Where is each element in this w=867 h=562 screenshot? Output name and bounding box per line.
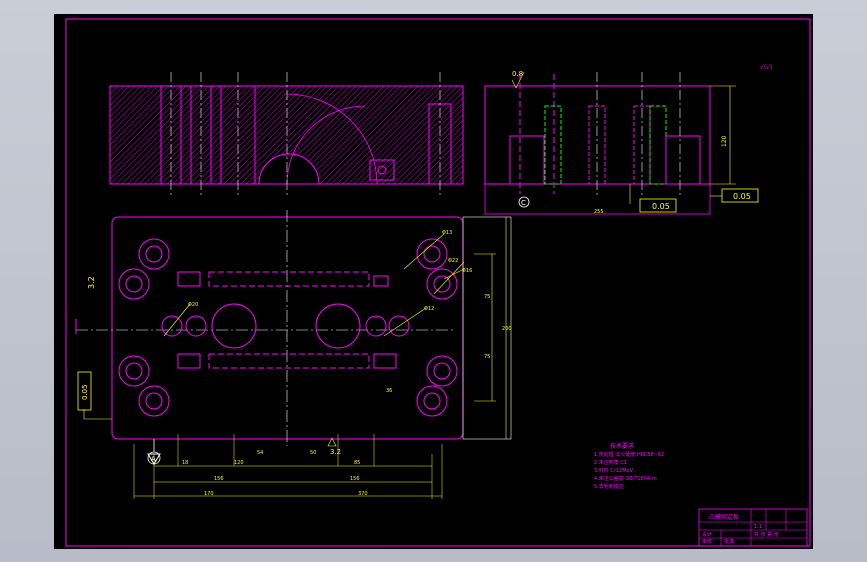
tolerance-1: 0.05 — [652, 202, 670, 211]
dim-b1-1: 120 — [234, 460, 244, 466]
dim-b1-3: 50 — [310, 450, 316, 456]
plan-surface-roughness: 3.2 — [330, 448, 341, 456]
notes-heading: 技术要求 — [610, 442, 634, 450]
hole-label-3: Φ22 — [448, 258, 458, 264]
note-line-5: 5.去毛刺锐边 — [594, 483, 624, 490]
dim-b1-4: 85 — [354, 460, 360, 466]
hole-label-1: Φ20 — [188, 302, 198, 308]
plan-view: Φ20 Φ13 Φ22 Φ12 Φ16 75 75 200 36 18 120 … — [75, 210, 512, 499]
note-line-1: 1.热处理 淬火硬度 HRC58~62 — [594, 451, 664, 458]
dim-right-1b: 75 — [484, 354, 490, 360]
side-view: 120 255 0.8 0.05 0.05 C — [484, 70, 759, 215]
dim-b3-0: 170 — [204, 491, 214, 497]
side-width-dim: 255 — [594, 209, 604, 215]
top-section-view — [109, 72, 464, 196]
title-row-2: 审核 — [702, 538, 712, 545]
dim-right-1: 75 — [484, 294, 490, 300]
title-scale: 1:1 — [754, 524, 762, 530]
title-part-name: 凸模固定板 — [709, 513, 739, 521]
technical-notes: 技术要求 1.热处理 淬火硬度 HRC58~62 2.未注倒角 C1 3.材料 … — [594, 442, 664, 490]
note-line-4: 4.未注公差按 GB/T1804-m — [594, 475, 657, 482]
plan-left-roughness: 3.2 — [87, 276, 96, 289]
tolerance-2: 0.05 — [733, 192, 751, 201]
corner-roughness-mark: √(√) — [760, 64, 772, 71]
title-row-3: 批准 — [724, 538, 734, 545]
dim-b2-1: 156 — [350, 476, 360, 482]
title-block: 凸模固定板 1:1 共 张 第 张 设计 审核 批准 — [698, 508, 808, 547]
drawing-canvas: 120 255 0.8 0.05 0.05 C √(√) Φ20 Φ13 Φ22… — [65, 18, 811, 547]
plan-datum-letter: A — [151, 455, 156, 463]
dim-right-2: 200 — [502, 326, 512, 332]
side-height-dim: 120 — [721, 135, 728, 147]
hole-label-2: Φ13 — [442, 230, 452, 236]
hole-label-5: Φ16 — [462, 268, 472, 274]
plan-tolerance: 0.05 — [81, 384, 89, 400]
side-datum-letter: C — [521, 199, 526, 207]
hole-label-4: Φ12 — [424, 306, 434, 312]
dim-b1-0: 18 — [182, 460, 188, 466]
note-line-2: 2.未注倒角 C1 — [594, 459, 627, 466]
dim-side: 36 — [386, 388, 392, 394]
dim-b3-1: 370 — [358, 491, 368, 497]
cad-viewport[interactable]: 120 255 0.8 0.05 0.05 C √(√) Φ20 Φ13 Φ22… — [54, 14, 813, 549]
title-row-1: 设计 — [702, 531, 712, 538]
title-sheet: 共 张 第 张 — [754, 531, 779, 538]
note-line-3: 3.材料 Cr12MoV — [594, 467, 634, 474]
dim-b2-0: 156 — [214, 476, 224, 482]
dim-b1-2: 54 — [257, 450, 263, 456]
